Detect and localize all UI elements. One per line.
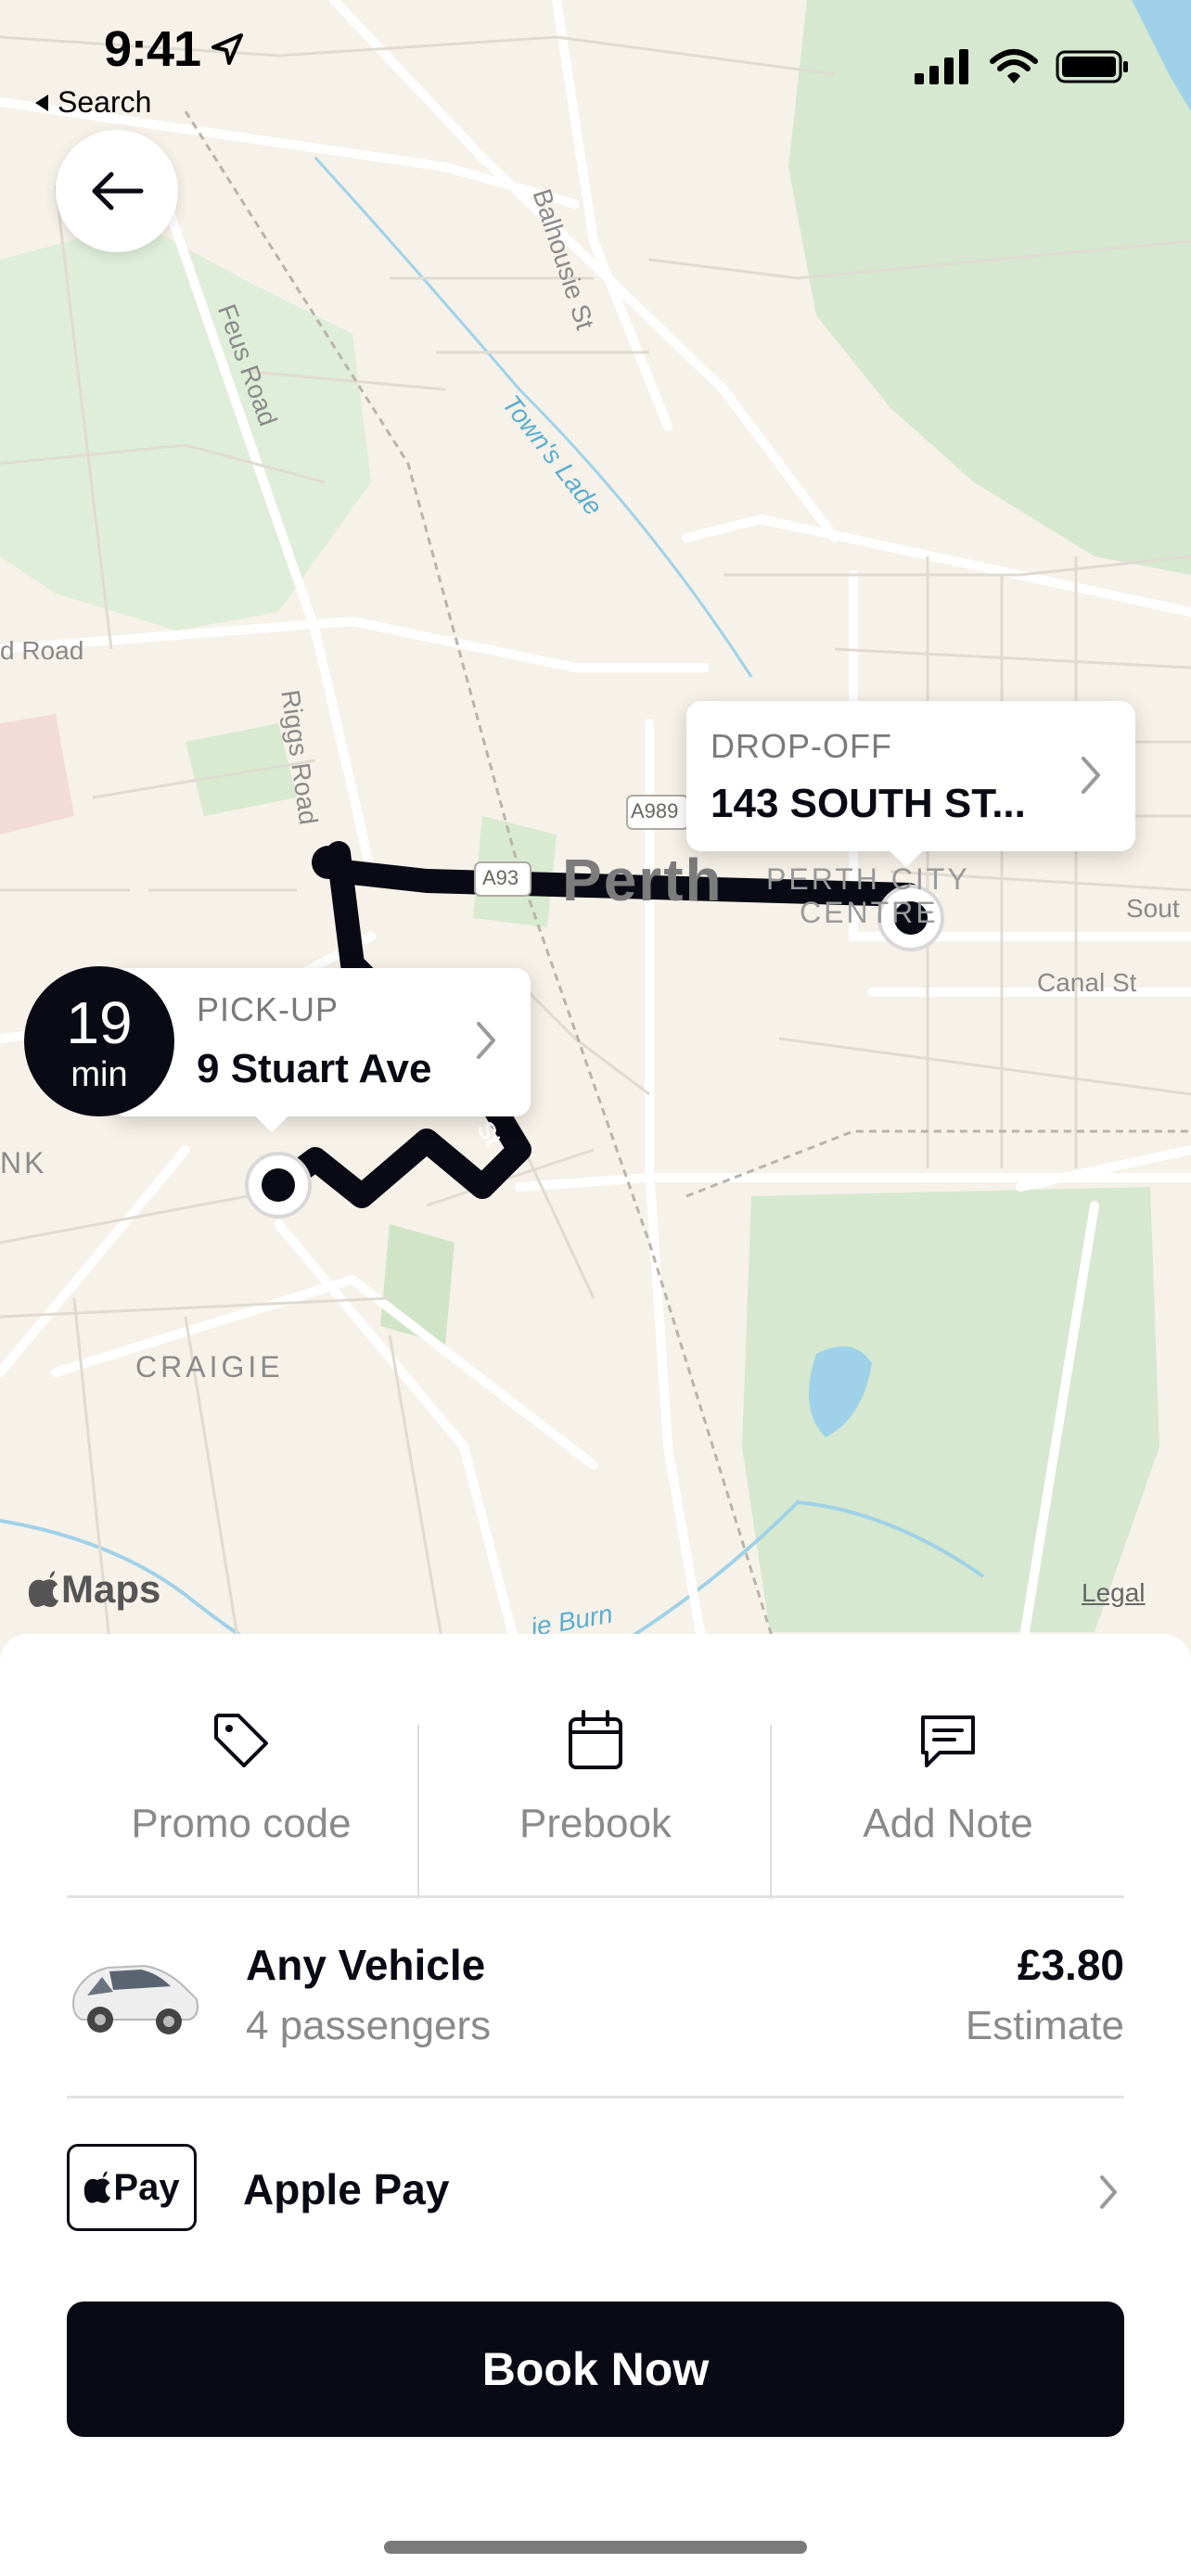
street-label: d Road [0, 636, 84, 665]
battery-icon [1056, 50, 1128, 83]
pickup-address: 9 Stuart Ave [197, 1046, 432, 1091]
apple-maps-logo: Maps [28, 1567, 160, 1612]
divider [67, 1895, 1124, 1898]
chevron-right-icon [1100, 2175, 1117, 2209]
dropoff-callout[interactable]: DROP-OFF 143 SOUTH ST... [686, 701, 1135, 868]
street-label: Canal St [1037, 968, 1137, 997]
add-note-label: Add Note [863, 1801, 1033, 1846]
car-image [72, 1964, 198, 2034]
tag-icon [214, 1714, 268, 1767]
eta-unit: min [70, 1055, 128, 1094]
home-indicator[interactable] [384, 2541, 807, 2554]
arrow-left-icon [92, 172, 144, 210]
apple-logo-icon [28, 1571, 58, 1607]
map-view[interactable]: Balhousie St Feus Road Town's Lade d Roa… [0, 0, 1191, 1660]
apple-logo-icon [84, 2171, 111, 2203]
district-label: CRAIGIE [135, 1350, 284, 1384]
dropoff-label: DROP-OFF [711, 727, 892, 765]
eta-badge: 19 min [24, 966, 174, 1116]
booking-sheet: Promo code Prebook Add Note Any Vehicle … [0, 1634, 1191, 2576]
street-label: Sout [1126, 894, 1180, 923]
signal-icon [915, 49, 968, 84]
status-time: 9:41 [104, 21, 201, 77]
vehicle-name: Any Vehicle [246, 1941, 486, 1989]
road-shield-label: A93 [482, 866, 519, 889]
chevron-right-icon [477, 1022, 495, 1059]
maps-brand-text: Maps [61, 1567, 161, 1611]
district-label: NK [0, 1146, 47, 1180]
pickup-label: PICK-UP [197, 990, 339, 1028]
promo-code-label: Promo code [131, 1801, 352, 1846]
district-label: CENTRE [800, 896, 939, 929]
legal-link[interactable]: Legal [1082, 1578, 1146, 1608]
apple-pay-badge: Pay [67, 2144, 197, 2231]
road-shield-label: A989 [631, 799, 679, 823]
back-triangle-icon [35, 94, 48, 111]
location-arrow-icon [211, 33, 243, 65]
city-label: Perth [562, 847, 724, 913]
wifi-icon [990, 49, 1038, 83]
fare-estimate-label: Estimate [965, 2003, 1124, 2048]
district-label: PERTH CITY [766, 862, 970, 896]
action-row: Promo code Prebook Add Note [0, 1680, 1191, 1899]
fare-price: £3.80 [1017, 1941, 1124, 1989]
dropoff-address: 143 SOUTH ST... [711, 781, 1026, 826]
book-now-button[interactable]: Book Now [67, 2302, 1124, 2437]
prebook-label: Prebook [519, 1801, 672, 1846]
chevron-right-icon [1082, 757, 1100, 794]
eta-value: 19 [66, 989, 133, 1056]
payment-method-label: Apple Pay [243, 2165, 450, 2213]
message-icon [921, 1715, 975, 1767]
back-to-app[interactable]: Search [35, 85, 151, 120]
prebook-button[interactable]: Prebook [419, 1680, 772, 1856]
back-button[interactable] [56, 130, 178, 252]
promo-code-button[interactable]: Promo code [65, 1680, 417, 1856]
vehicle-passengers: 4 passengers [246, 2003, 492, 2048]
calendar-icon [569, 1710, 622, 1769]
apple-pay-badge-text: Pay [113, 2166, 180, 2208]
back-app-label: Search [58, 85, 152, 119]
add-note-button[interactable]: Add Note [772, 1680, 1124, 1856]
divider [67, 2096, 1124, 2098]
status-icons [915, 48, 1130, 85]
